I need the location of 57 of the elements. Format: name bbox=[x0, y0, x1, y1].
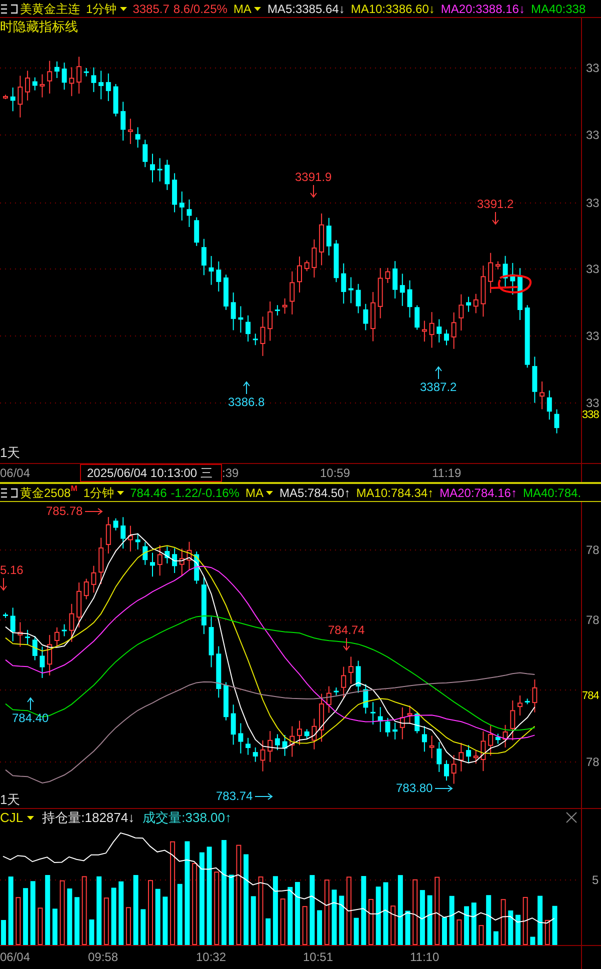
price-annotation: 3387.2 bbox=[420, 381, 457, 393]
price-axis-label: 78 bbox=[586, 544, 600, 556]
moving-average-value: MA40:784. bbox=[522, 484, 582, 502]
time-axis-label: 11:19 bbox=[432, 467, 462, 479]
moving-average-value: MA10:784.34↑ bbox=[356, 484, 434, 502]
indicator-dropdown[interactable]: MA bbox=[233, 0, 262, 18]
price-axis-label: 78 bbox=[586, 614, 600, 626]
range-label: 1天 bbox=[0, 793, 20, 806]
price-annotation: 783.74 bbox=[216, 790, 253, 802]
time-axis-label: 06/04 bbox=[0, 951, 30, 963]
time-axis-label: :39 bbox=[222, 467, 239, 479]
moving-average-value: MA40:338 bbox=[530, 0, 586, 18]
price-axis-label: 33 bbox=[586, 62, 600, 74]
moving-average-value: MA20:784.16↑ bbox=[440, 484, 517, 502]
price-change: -1.22/-0.16% bbox=[170, 484, 240, 502]
price-change: 8.6/0.25% bbox=[173, 0, 228, 18]
time-axis-label: 10:32 bbox=[196, 951, 226, 963]
last-price: 784.46 bbox=[130, 484, 167, 502]
time-axis-label: 11:10 bbox=[410, 951, 440, 963]
price-annotation: 783.80 bbox=[396, 782, 433, 794]
time-axis-label: 10:59 bbox=[320, 467, 350, 479]
price-axis-label: 33 bbox=[586, 129, 600, 141]
main-contract-label: M bbox=[70, 484, 78, 492]
price-axis-label: 33 bbox=[586, 197, 600, 209]
price-annotation: 3386.8 bbox=[228, 396, 265, 408]
period-dropdown[interactable]: 1分钟 bbox=[86, 0, 127, 18]
symbol-name: 黄金2508 bbox=[20, 484, 71, 502]
moving-average-value: MA5:3385.64↓ bbox=[267, 0, 345, 18]
last-price: 3385.7 bbox=[132, 0, 170, 18]
price-annotation: 5.16 bbox=[0, 564, 24, 576]
current-price-label: 784 bbox=[582, 691, 599, 702]
crosshair-time-label: 2025/06/04 10:13:00 三 bbox=[80, 464, 222, 482]
price-annotation: 784.74 bbox=[328, 624, 365, 636]
price-annotation: 784.40 bbox=[12, 712, 49, 724]
current-price-label: 338 bbox=[582, 410, 599, 421]
symbol-name: 美黄金主连 bbox=[20, 0, 80, 18]
price-axis-label: 33 bbox=[586, 397, 600, 409]
moving-average-value: MA5:784.50↑ bbox=[279, 484, 350, 502]
hide-indicator-lines-text: 时隐藏指标线 bbox=[0, 20, 78, 33]
volume-axis-label: 5 bbox=[592, 874, 599, 886]
price-annotation: 785.78 bbox=[46, 505, 83, 517]
moving-average-value: MA20:3388.16↓ bbox=[440, 0, 525, 18]
time-axis-label: 06/04 bbox=[0, 467, 30, 479]
range-label: 1天 bbox=[0, 446, 20, 459]
time-axis-label: 09:58 bbox=[88, 951, 118, 963]
open-interest-value: 持仓量:182874↓ bbox=[42, 808, 135, 827]
price-axis-label: 33 bbox=[586, 330, 600, 342]
indicator-dropdown[interactable]: CJL bbox=[0, 808, 34, 828]
price-axis-label: 78 bbox=[586, 756, 600, 768]
volume-value: 成交量:338.00↑ bbox=[142, 808, 232, 827]
period-dropdown[interactable]: 1分钟 bbox=[83, 484, 124, 502]
price-annotation: 3391.2 bbox=[477, 198, 514, 210]
indicator-dropdown[interactable]: MA bbox=[245, 484, 274, 502]
price-annotation: 3391.9 bbox=[295, 171, 332, 183]
moving-average-value: MA10:3386.60↓ bbox=[350, 0, 435, 18]
time-axis-label: 10:51 bbox=[303, 951, 334, 963]
price-axis-label: 33 bbox=[586, 263, 600, 275]
